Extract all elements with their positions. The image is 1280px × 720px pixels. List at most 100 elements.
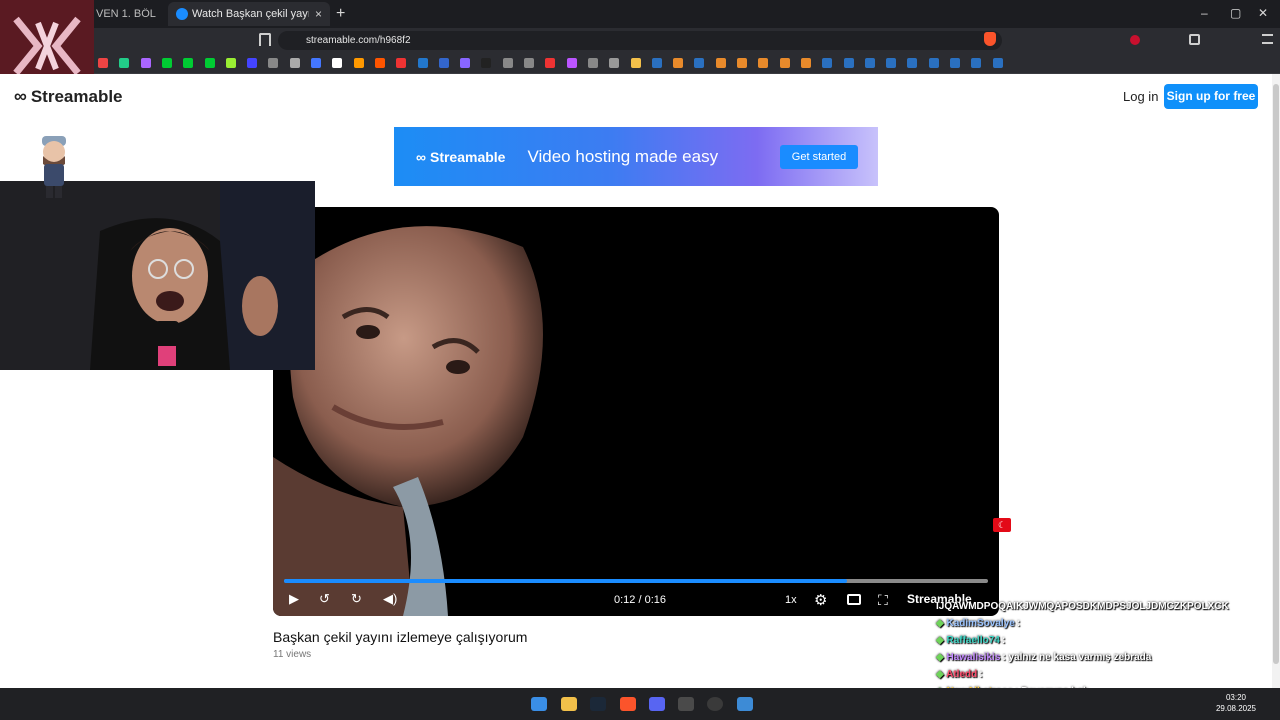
bookmark-icon[interactable] xyxy=(864,58,875,68)
bookmark-icon[interactable] xyxy=(630,58,641,68)
network-app-icon[interactable] xyxy=(737,697,753,711)
chat-badge-icon: ◆ xyxy=(936,618,947,629)
start-menu-icon[interactable] xyxy=(531,697,547,711)
volume-icon[interactable]: ◀) xyxy=(383,591,397,607)
bookmark-icon[interactable] xyxy=(417,58,428,68)
bookmark-icon[interactable] xyxy=(651,58,662,68)
play-icon[interactable]: ▶ xyxy=(289,591,299,607)
bookmark-icon[interactable] xyxy=(673,58,684,68)
bookmark-icon[interactable] xyxy=(161,58,172,68)
bookmark-icon[interactable] xyxy=(737,58,747,68)
bookmark-icon[interactable] xyxy=(332,58,343,68)
close-window-button[interactable]: ✕ xyxy=(1258,6,1268,20)
brave-shield-icon[interactable] xyxy=(984,32,996,46)
maximize-button[interactable]: ▢ xyxy=(1230,6,1241,20)
new-tab-button[interactable]: + xyxy=(336,5,345,23)
bookmark-icon[interactable] xyxy=(119,58,130,68)
tab-active[interactable]: Watch Başkan çekil yayını izle × xyxy=(168,2,330,26)
bookmark-icon[interactable] xyxy=(843,58,854,68)
taskbar-clock[interactable]: 03:20 29.08.2025 xyxy=(1212,692,1260,714)
url-field[interactable]: streamable.com/h968f2 xyxy=(278,31,1002,50)
steam-icon[interactable] xyxy=(590,697,606,711)
bookmark-icon[interactable] xyxy=(545,58,556,68)
bookmark-icon[interactable] xyxy=(225,58,236,68)
app-icon[interactable] xyxy=(678,697,694,711)
ublock-icon[interactable] xyxy=(1130,35,1140,45)
bookmark-icon[interactable] xyxy=(247,58,258,68)
bookmark-icon[interactable] xyxy=(289,58,300,68)
chat-text: IJQAWMDPOQAIKJWMQAPOSDKMDPSJOLJDMCZKPOLX… xyxy=(936,601,1229,612)
bookmark-icon[interactable] xyxy=(779,58,790,68)
rewind-icon[interactable]: ↺ xyxy=(319,591,330,607)
bookmark-icon[interactable] xyxy=(907,58,918,68)
bookmark-icon[interactable] xyxy=(886,58,897,68)
tab-previous[interactable]: VEN 1. BÖLÜM | 4K xyxy=(88,2,164,26)
bookmark-icon[interactable] xyxy=(311,58,321,68)
close-tab-icon[interactable]: × xyxy=(315,7,322,21)
bookmark-icon[interactable] xyxy=(992,58,1003,68)
bookmark-icon[interactable] xyxy=(694,58,705,68)
bookmark-icon[interactable] xyxy=(396,58,407,68)
bookmark-icon[interactable] xyxy=(566,58,577,68)
bookmark-icon[interactable] xyxy=(268,58,279,68)
bookmark-icon[interactable] xyxy=(374,58,385,68)
fullscreen-icon[interactable]: ⛶ xyxy=(878,592,888,609)
picture-in-picture-icon[interactable] xyxy=(847,594,861,605)
bookmark-icon[interactable] xyxy=(183,58,194,68)
video-player[interactable]: ▶ ↺ ↻ ◀) 0:12 / 0:16 1x ⚙ ⛶ Streamable xyxy=(273,207,999,616)
signup-button[interactable]: Sign up for free xyxy=(1164,84,1258,109)
bookmark-icon[interactable] xyxy=(609,58,620,68)
banner-tagline: Video hosting made easy xyxy=(527,146,719,166)
chat-message: ◆ Hawalisikis: yalnız ne kasa varmış zeb… xyxy=(936,649,1226,666)
video-progress-bar[interactable] xyxy=(284,579,988,583)
bookmark-icon[interactable] xyxy=(950,58,960,68)
discord-icon[interactable] xyxy=(649,697,665,711)
extensions-icon[interactable] xyxy=(1189,34,1200,45)
bookmark-icon[interactable] xyxy=(587,58,598,68)
page-scrollbar[interactable] xyxy=(1272,74,1280,688)
tab-label: VEN 1. BÖLÜM | 4K xyxy=(96,8,156,20)
login-link[interactable]: Log in xyxy=(1123,89,1158,104)
infinity-icon: ∞ xyxy=(416,148,426,165)
clock-time: 03:20 xyxy=(1225,693,1247,702)
bookmark-icon[interactable] xyxy=(715,58,726,68)
forward-icon[interactable]: ↻ xyxy=(351,591,362,607)
bookmark-icon[interactable] xyxy=(800,58,811,68)
bookmark-icon[interactable] xyxy=(928,58,939,68)
bookmark-icon[interactable] xyxy=(353,58,364,68)
menu-icon[interactable] xyxy=(1262,34,1273,44)
chat-message: IJQAWMDPOQAIKJWMQAPOSDKMDPSJOLJDMCZKPOLX… xyxy=(936,598,1229,615)
video-progress-fill xyxy=(284,579,848,583)
windows-taskbar xyxy=(0,688,1280,720)
chat-badge-icon: ◆ xyxy=(936,652,947,663)
chat-text: : xyxy=(979,669,983,680)
promo-banner[interactable]: ∞ Streamable Video hosting made easy Get … xyxy=(394,127,878,186)
file-explorer-icon[interactable] xyxy=(561,697,577,711)
scrollbar-thumb[interactable] xyxy=(1273,84,1279,664)
bookmark-icon[interactable] xyxy=(98,58,108,68)
chat-text: : yalnız ne kasa varmış zebrada xyxy=(1002,652,1152,663)
streamable-logo[interactable]: ∞ Streamable xyxy=(14,86,123,107)
bookmark-icon[interactable] xyxy=(822,58,833,68)
bookmark-icon[interactable] xyxy=(524,58,534,68)
video-views: 11 views xyxy=(273,649,312,660)
bookmark-icon[interactable] xyxy=(204,58,215,68)
logo-emblem-icon xyxy=(13,16,81,76)
bookmark-icon[interactable] xyxy=(758,58,769,68)
brave-browser-icon[interactable] xyxy=(620,697,636,711)
bookmark-icon[interactable] xyxy=(140,58,151,68)
get-started-button[interactable]: Get started xyxy=(780,145,858,169)
bookmark-icon[interactable] xyxy=(259,33,271,46)
bookmark-icon[interactable] xyxy=(438,58,449,68)
bookmark-icon[interactable] xyxy=(502,58,513,68)
banner-brand-text: Streamable xyxy=(429,148,506,165)
bookmark-icon[interactable] xyxy=(481,58,492,68)
playback-speed-button[interactable]: 1x xyxy=(785,594,797,606)
bookmark-icon[interactable] xyxy=(460,58,471,68)
clock-date: 29.08.2025 xyxy=(1215,704,1257,713)
minimize-button[interactable]: – xyxy=(1201,6,1208,20)
bookmark-icon[interactable] xyxy=(971,58,982,68)
obs-icon[interactable] xyxy=(707,697,723,711)
chat-message: ◆ Atledd: xyxy=(936,666,1226,683)
settings-gear-icon[interactable]: ⚙ xyxy=(814,591,827,609)
